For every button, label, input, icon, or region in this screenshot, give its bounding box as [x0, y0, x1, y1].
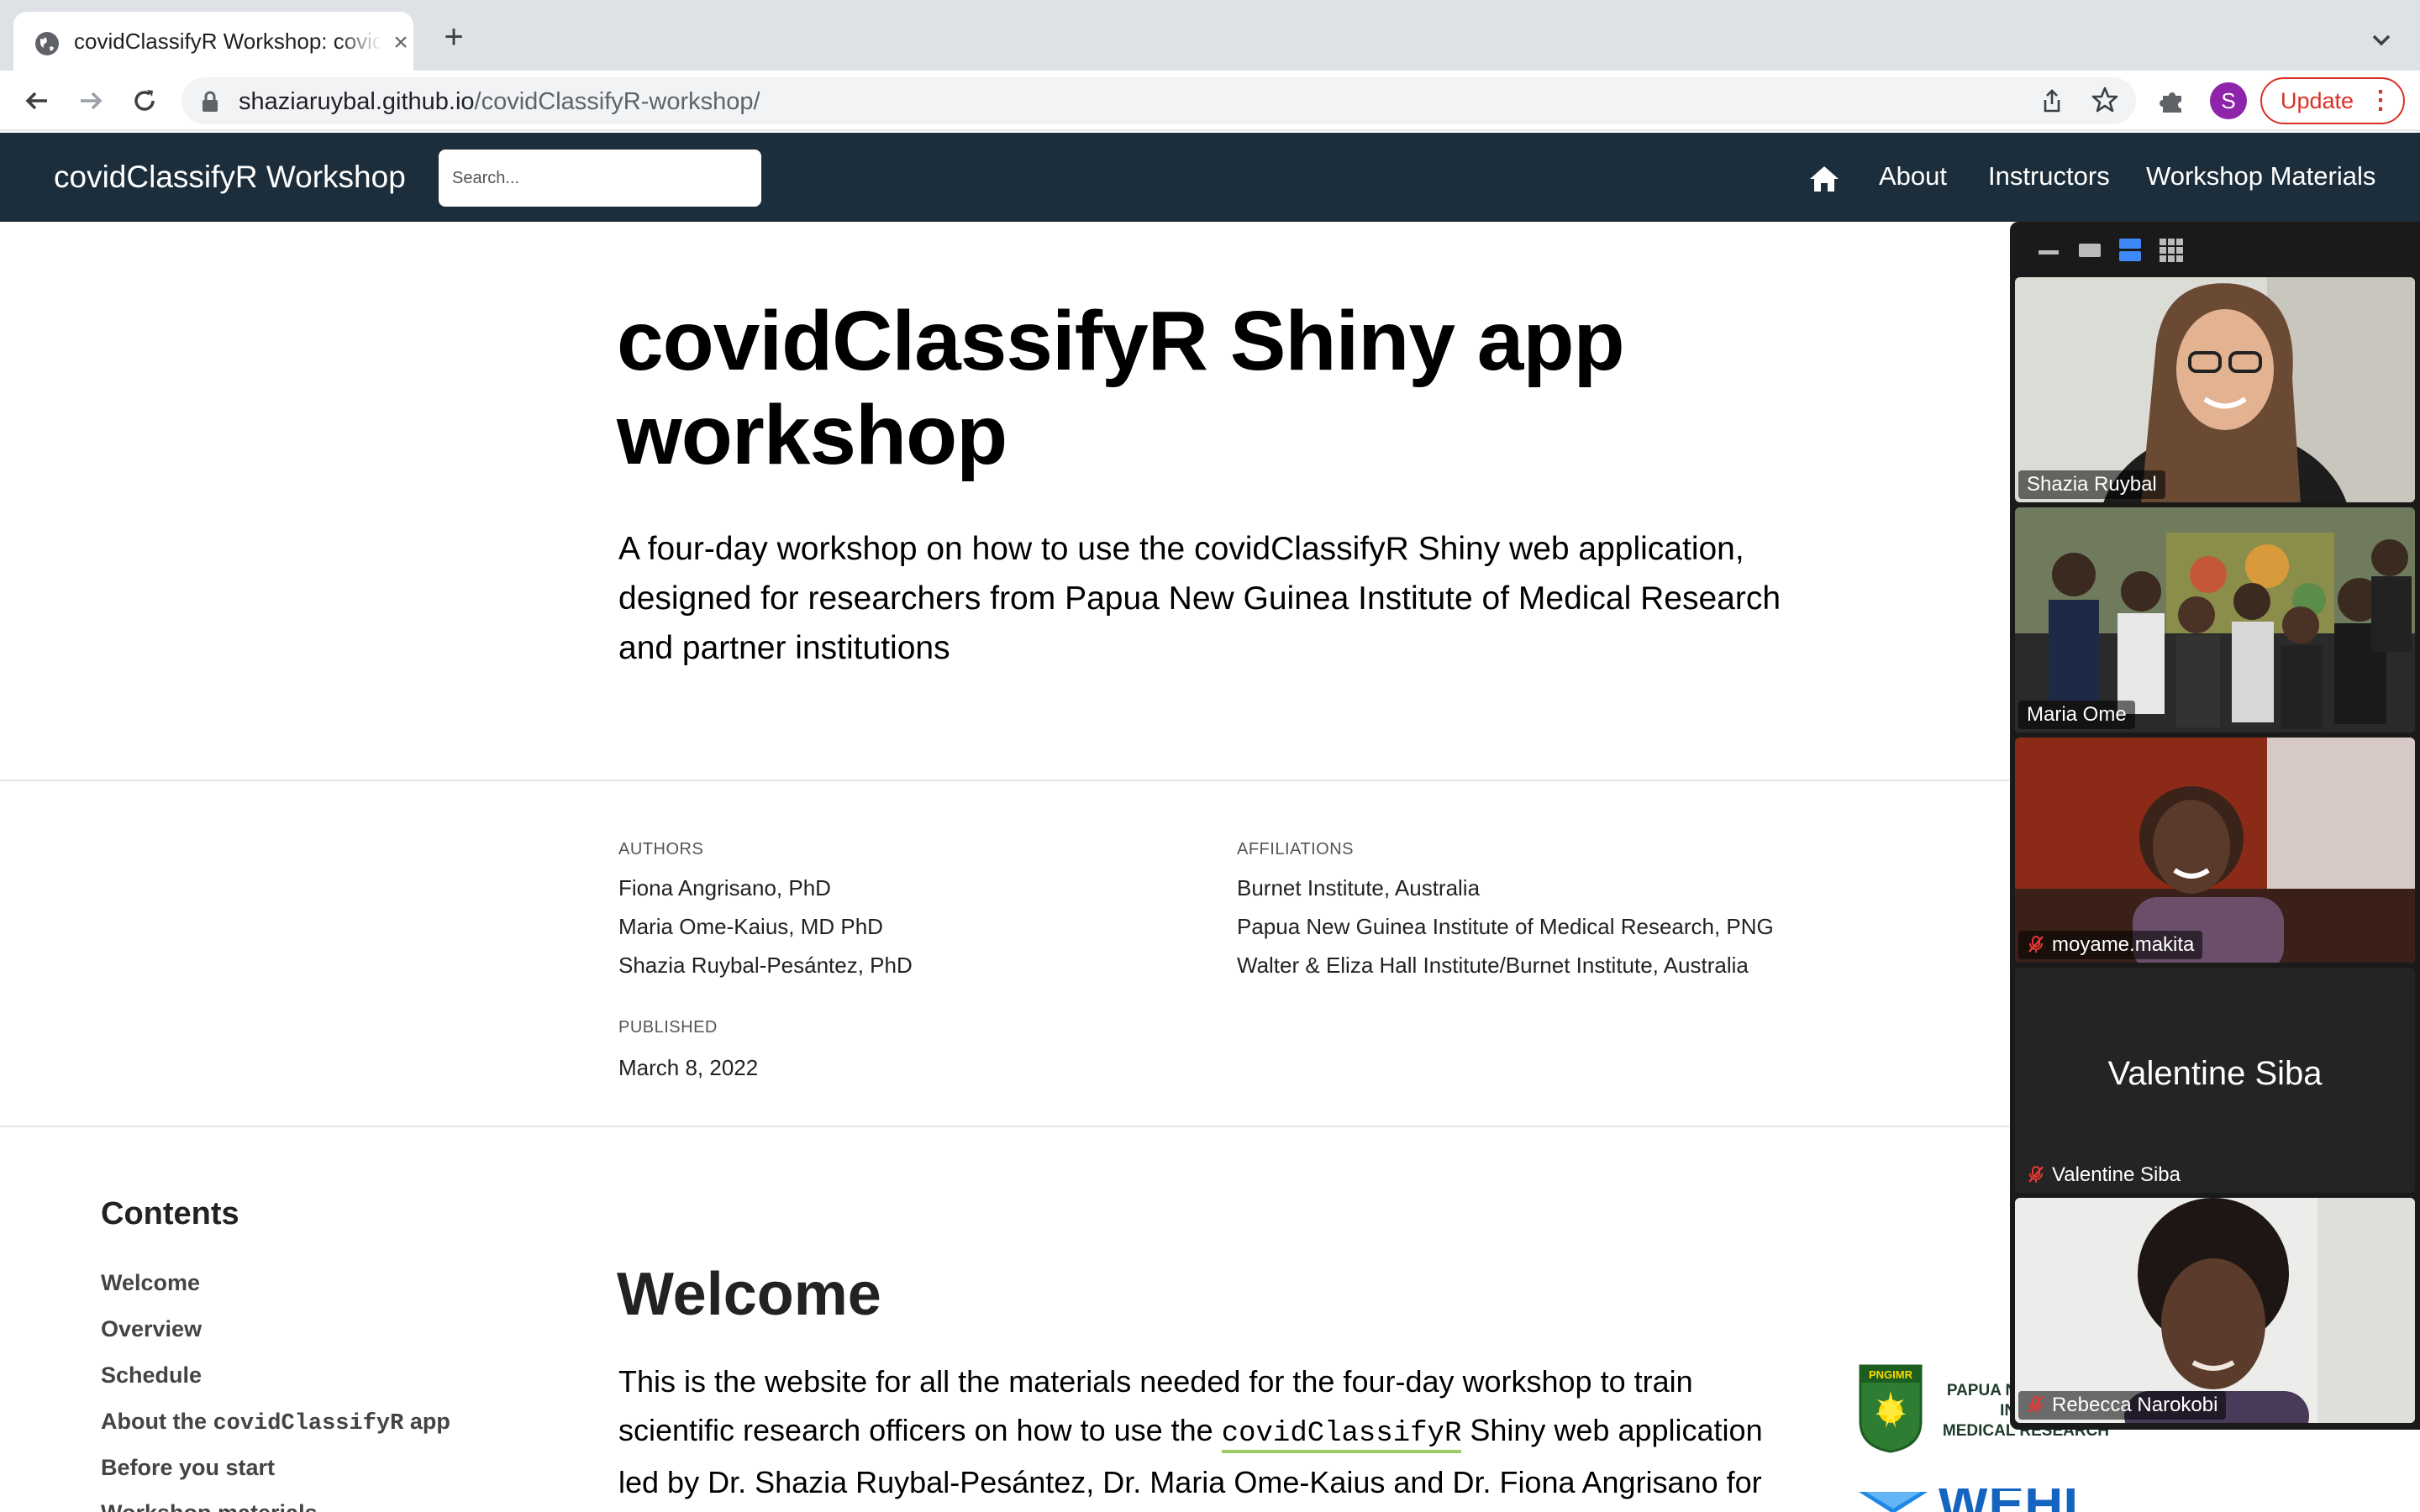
tab-title: covidClassifyR Workshop: covidClassifyR …	[74, 29, 381, 54]
participant-video	[2015, 738, 2415, 963]
page-title: covidClassifyR Shiny app workshop	[617, 294, 1625, 482]
participant-name: Valentine Siba	[2018, 1161, 2189, 1189]
participant-center-name: Valentine Siba	[2107, 1055, 2323, 1092]
more-menu-icon[interactable]: ⋮	[2368, 79, 2393, 123]
star-icon[interactable]	[2091, 86, 2119, 114]
toc-about-code: covidClassifyR	[213, 1411, 404, 1436]
toc-item-workshop-materials[interactable]: Workshop materials	[101, 1500, 318, 1512]
gallery-view-icon[interactable]	[2160, 239, 2183, 262]
share-icon[interactable]	[2039, 87, 2065, 114]
welcome-paragraph: This is the website for all the material…	[618, 1357, 1786, 1512]
published-date: March 8, 2022	[618, 1055, 759, 1080]
welcome-heading: Welcome	[617, 1261, 881, 1328]
participant-name-text: Rebecca Narokobi	[2052, 1394, 2218, 1416]
divider	[0, 780, 2013, 781]
home-icon[interactable]	[1808, 165, 1840, 193]
affiliation[interactable]: Papua New Guinea Institute of Medical Re…	[1237, 914, 1774, 940]
speaker-view-icon[interactable]	[2079, 244, 2101, 257]
address-bar[interactable]: shaziaruybal.github.io/covidClassifyR-wo…	[182, 77, 2136, 124]
mic-muted-icon	[2028, 1396, 2044, 1413]
pngimr-logo: PNGIMR	[1859, 1364, 1923, 1453]
authors-label: AUTHORS	[618, 840, 704, 858]
lock-icon[interactable]	[200, 91, 220, 113]
author-name[interactable]: Fiona Angrisano, PhD	[618, 875, 831, 901]
participant-name-text: Valentine Siba	[2052, 1163, 2181, 1186]
pngimr-badge-text: PNGIMR	[1869, 1368, 1913, 1381]
site-brand[interactable]: covidClassifyR Workshop	[54, 160, 406, 195]
reload-icon[interactable]	[126, 82, 163, 119]
new-tab-button[interactable]: +	[437, 20, 471, 55]
url-path: /covidClassifyR-workshop/	[474, 88, 760, 115]
toc-item-welcome[interactable]: Welcome	[101, 1270, 200, 1296]
participant-video	[2015, 507, 2415, 732]
participant-tile[interactable]: Valentine Siba Valentine Siba	[2015, 968, 2415, 1193]
back-arrow-icon[interactable]	[18, 82, 55, 119]
participant-name: Shazia Ruybal	[2018, 470, 2165, 499]
browser-toolbar: shaziaruybal.github.io/covidClassifyR-wo…	[0, 71, 2420, 131]
affiliation[interactable]: Burnet Institute, Australia	[1237, 875, 1480, 901]
globe-icon	[35, 32, 59, 55]
browser-tab[interactable]: covidClassifyR Workshop: covidClassifyR …	[13, 12, 413, 71]
toc-about-suffix: app	[403, 1409, 450, 1434]
nav-instructors[interactable]: Instructors	[1988, 161, 2110, 192]
toc-title: Contents	[101, 1196, 239, 1231]
mic-muted-icon	[2028, 936, 2044, 953]
video-call-panel: Shazia Ruybal Maria Ome moyame.makita Va…	[2010, 222, 2420, 1430]
minimize-icon[interactable]	[2039, 250, 2059, 255]
participant-name: moyame.makita	[2018, 931, 2203, 959]
strip-view-icon[interactable]	[2119, 239, 2141, 262]
participant-tile[interactable]: Rebecca Narokobi	[2015, 1198, 2415, 1423]
toc-item-overview[interactable]: Overview	[101, 1316, 202, 1342]
nav-workshop-materials[interactable]: Workshop Materials	[2146, 161, 2375, 192]
app-code-link[interactable]: covidClassifyR	[1221, 1418, 1462, 1453]
affiliation[interactable]: Walter & Eliza Hall Institute/Burnet Ins…	[1237, 953, 1749, 979]
site-navbar: covidClassifyR Workshop About Instructor…	[0, 133, 2420, 222]
toc-about-prefix: About the	[101, 1409, 213, 1434]
participant-name-text: Maria Ome	[2027, 703, 2127, 726]
puzzle-icon[interactable]	[2158, 86, 2188, 116]
nav-about[interactable]: About	[1879, 161, 1947, 192]
participant-video	[2015, 277, 2415, 502]
forward-arrow-icon[interactable]	[72, 82, 109, 119]
author-name[interactable]: Shazia Ruybal-Pesántez, PhD	[618, 953, 913, 979]
participant-video	[2015, 1198, 2415, 1423]
close-tab-icon[interactable]: ×	[388, 30, 413, 55]
toc-item-before-you-start[interactable]: Before you start	[101, 1455, 275, 1481]
chevron-down-icon[interactable]	[2366, 25, 2396, 55]
url-host: shaziaruybal.github.io	[239, 88, 475, 115]
mic-muted-icon	[2028, 1166, 2044, 1183]
profile-avatar[interactable]: S	[2210, 82, 2247, 119]
page-description: A four-day workshop on how to use the co…	[618, 531, 1781, 666]
url-text: shaziaruybal.github.io/covidClassifyR-wo…	[239, 88, 760, 116]
author-name[interactable]: Maria Ome-Kaius, MD PhD	[618, 914, 883, 940]
participant-name: Maria Ome	[2018, 701, 2135, 729]
wehi-wordmark: WEHI	[1938, 1488, 2078, 1512]
participant-name: Rebecca Narokobi	[2018, 1391, 2227, 1420]
toc-item-schedule[interactable]: Schedule	[101, 1362, 202, 1389]
update-label: Update	[2281, 88, 2354, 113]
search-input[interactable]	[439, 150, 761, 207]
toc-item-about-app[interactable]: About the covidClassifyR app	[101, 1409, 450, 1436]
view-controls	[2010, 222, 2420, 274]
participant-name-text: Shazia Ruybal	[2027, 473, 2157, 496]
participant-tile[interactable]: Shazia Ruybal	[2015, 277, 2415, 502]
participant-tile[interactable]: moyame.makita	[2015, 738, 2415, 963]
divider	[0, 1126, 2013, 1127]
wehi-logo: WEHI	[1859, 1488, 2078, 1512]
participant-tile[interactable]: Maria Ome	[2015, 507, 2415, 732]
published-label: PUBLISHED	[618, 1018, 718, 1037]
update-button[interactable]: Update ⋮	[2260, 77, 2405, 124]
participant-name-text: moyame.makita	[2052, 933, 2195, 956]
browser-tab-strip: covidClassifyR Workshop: covidClassifyR …	[0, 0, 2420, 71]
affiliations-label: AFFILIATIONS	[1237, 840, 1354, 858]
